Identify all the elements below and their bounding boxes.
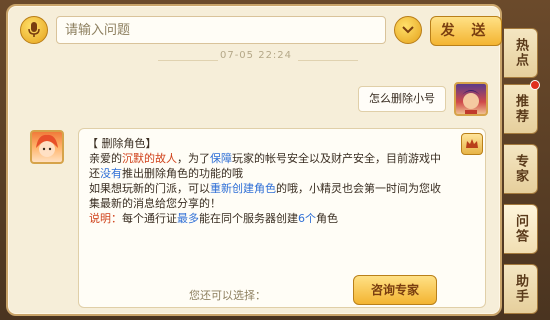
notification-dot: [530, 80, 540, 90]
keyword-link[interactable]: 重新创建角色: [210, 182, 276, 195]
microphone-icon: [28, 22, 40, 37]
consult-expert-button[interactable]: 咨询专家: [353, 275, 437, 305]
user-avatar: [454, 82, 488, 116]
voice-button[interactable]: [20, 16, 48, 44]
text-run: 亲爱的: [89, 152, 122, 165]
send-button[interactable]: 发 送: [430, 16, 502, 46]
tab-expert[interactable]: 专家: [504, 144, 538, 194]
tab-assistant[interactable]: 助手: [504, 264, 538, 314]
history-dropdown-button[interactable]: [394, 16, 422, 44]
text-run: 的哦，小精灵也会第一时间为您收: [276, 182, 441, 195]
answer-note: 说明：每个通行证最多能在同个服务器创建6个角色: [89, 211, 469, 226]
answer-line: 亲爱的沉默的故人，为了保障玩家的帐号安全以及财产安全，目前游戏中: [89, 151, 469, 166]
text-run: 能在同个服务器创建: [199, 212, 298, 225]
avatar-portrait-icon: [461, 90, 481, 114]
text-run: ，为了: [177, 152, 210, 165]
assistant-answer-card: 【 删除角色】 亲爱的沉默的故人，为了保障玩家的帐号安全以及财产安全，目前游戏中…: [78, 128, 486, 308]
text-run: 还: [89, 167, 100, 180]
note-label: 说明：: [89, 212, 122, 225]
tab-qa[interactable]: 问答: [504, 204, 538, 254]
keyword-link[interactable]: 保障: [210, 152, 232, 165]
assistant-avatar: [30, 130, 64, 164]
keyword-link[interactable]: 最多: [177, 212, 199, 225]
user-message-bubble: 怎么删除小号: [358, 86, 446, 112]
answer-line: 集最新的消息给您分享的！: [89, 196, 469, 211]
answer-body: 亲爱的沉默的故人，为了保障玩家的帐号安全以及财产安全，目前游戏中 还没有推出删除…: [89, 151, 469, 226]
text-run: 如果想玩新的门派，可以: [89, 182, 210, 195]
tab-hot[interactable]: 热点: [504, 28, 538, 78]
answer-line: 如果想玩新的门派，可以重新创建角色的哦，小精灵也会第一时间为您收: [89, 181, 469, 196]
text-run: 角色: [316, 212, 338, 225]
chevron-down-icon: [402, 26, 414, 34]
text-run: 推出删除角色的功能的哦: [122, 167, 243, 180]
assistant-portrait-icon: [36, 134, 58, 157]
answer-title: 【 删除角色】: [87, 137, 157, 150]
tab-recommend[interactable]: 推荐: [504, 84, 538, 134]
input-bar: 发 送: [12, 10, 502, 48]
text-run: 集最新的消息给您分享的！: [89, 197, 221, 210]
answer-line: 还没有推出删除角色的功能的哦: [89, 166, 469, 181]
message-timestamp: 07-05 22:24: [219, 50, 293, 61]
text-run: 每个通行证: [122, 212, 177, 225]
keyword-link[interactable]: 6个: [298, 212, 316, 225]
more-options-label: 您还可以选择：: [189, 289, 266, 302]
question-input[interactable]: [56, 16, 386, 44]
keyword-link[interactable]: 没有: [100, 167, 122, 180]
player-name: 沉默的故人: [122, 152, 177, 165]
text-run: 玩家的帐号安全以及财产安全，目前游戏中: [232, 152, 441, 165]
chat-panel: 发 送 07-05 22:24 怎么删除小号 【 删除角色】 亲爱的沉默的故人，…: [6, 4, 502, 316]
